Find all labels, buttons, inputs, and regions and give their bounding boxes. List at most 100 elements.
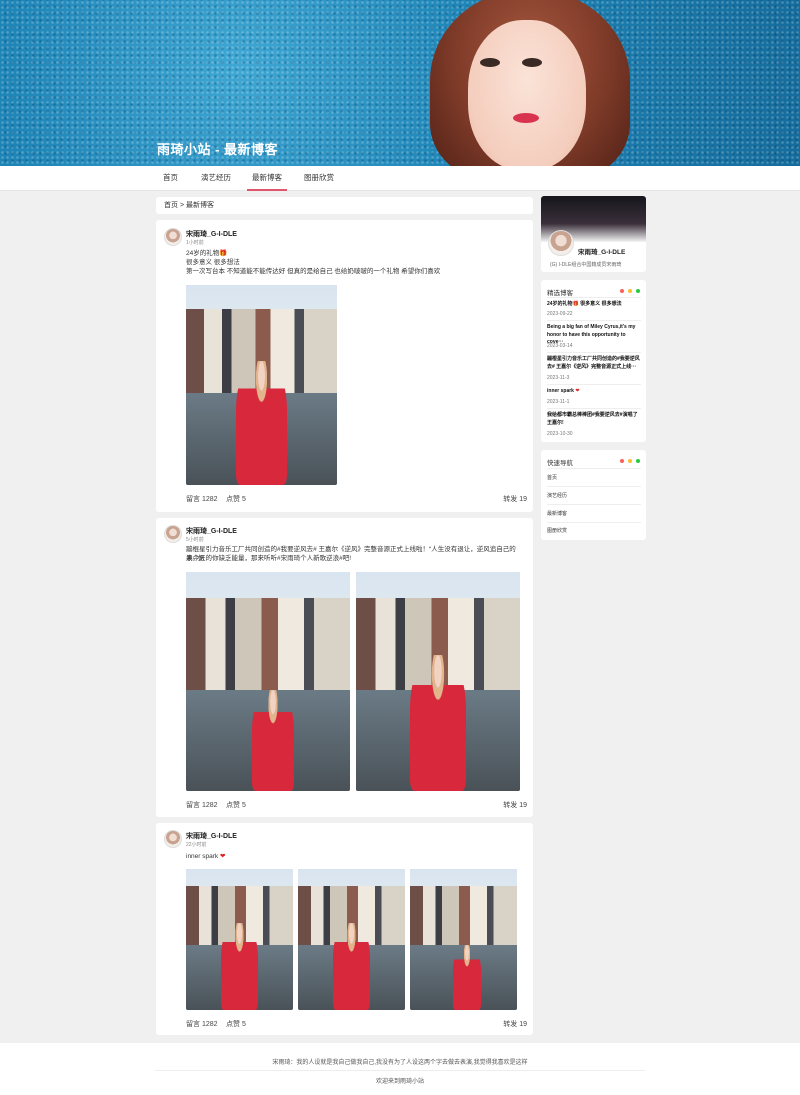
photo-buildings [186,598,350,691]
portrait-face [468,20,586,166]
footer-quote: 宋雨琦：我的人设就是我自己做我自己,我没有为了人设这两个字去做去表演,我觉得我喜… [272,1060,528,1066]
nav-item-career[interactable]: 演艺经历 [201,166,231,191]
main-nav: 首页 演艺经历 最新博客 图册欣赏 [0,166,800,191]
post-card: 宋雨琦_G-I-DLE 22小时前 inner spark ❤ 留言 1282 … [156,823,533,1035]
selected-blog-date: 2023-11-1 [547,399,570,405]
profile-name: 宋雨琦_G-I-DLE [578,249,626,256]
selected-blog-link[interactable]: 24岁的礼物🎁 很多意义 很多想法 [547,301,641,309]
post-photo[interactable] [298,869,405,1010]
post-line: 24岁的礼物🎁 [186,250,228,257]
post-photo[interactable] [186,285,337,485]
post-author[interactable]: 宋雨琦_G-I-DLE [186,831,237,841]
post-line: inner spark ❤ [186,853,225,862]
post-time: 1小时前 [186,240,204,246]
photo-person [235,361,288,485]
yellow-dot-icon [628,289,632,293]
post-photo[interactable] [356,572,520,791]
selected-blog-link[interactable]: 我给都市霸总棒棒团#我要逆风去#演唱了王嘉尔! [547,412,641,427]
quick-nav-title: 快速导航 [547,460,573,467]
photo-person [251,690,295,791]
selected-blog-link[interactable]: 蹦棍星引力音乐工厂共同创造的#我要逆风去# 王嘉尔《逆风》完整音源正式上线··· [547,356,641,371]
portrait-right-eye [522,58,542,67]
divider [547,408,641,409]
selected-blog-text: inner spark [547,388,574,394]
site-title: 雨琦小站 - 最新博客 [157,142,279,157]
repost-count[interactable]: 转发 19 [503,494,527,504]
heart-icon: ❤ [575,388,580,394]
photo-person [452,945,481,1010]
divider [547,468,641,469]
divider [547,522,641,523]
divider [547,384,641,385]
post-photo[interactable] [186,869,293,1010]
header-banner: 雨琦小站 - 最新博客 [0,0,800,166]
post-card: 宋雨琦_G-I-DLE 1小时前 24岁的礼物🎁 很多意义 很多想法 第一次写台… [156,220,533,512]
footer-welcome: 欢迎来到雨琦小站 [375,1079,424,1085]
post-card: 宋雨琦_G-I-DLE 5小时前 蹦棍星引力音乐工厂共同创造的#我要逆风去# 王… [156,518,533,817]
selected-blogs-title: 精选博客 [547,290,573,297]
selected-blog-date: 2023-09-22 [547,311,573,317]
post-photo[interactable] [410,869,517,1010]
banner-portrait [420,0,640,166]
divider [547,297,641,298]
nav-item-latest-blog[interactable]: 最新博客 [247,166,287,191]
like-count[interactable]: 点赞 5 [226,800,246,810]
selected-blog-link[interactable]: inner spark ❤ [547,388,641,396]
nav-item-gallery[interactable]: 图册欣赏 [304,166,334,191]
yellow-dot-icon [628,459,632,463]
post-line: 果今天的你缺乏能量，那来听听#宋雨琦个人新歌逆浪#吧! [186,555,352,562]
comment-count[interactable]: 留言 1282 [186,800,218,810]
divider [547,352,641,353]
divider [547,504,641,505]
window-dots [616,288,640,295]
selected-blog-date: 2023-11-3 [547,375,570,381]
comment-count[interactable]: 留言 1282 [186,494,218,504]
page-footer: 宋雨琦：我的人设就是我自己做我自己,我没有为了人设这两个字去做去表演,我觉得我喜… [0,1043,800,1095]
quick-nav-home[interactable]: 首页 [547,474,557,481]
profile-avatar[interactable] [548,230,574,256]
post-time: 5小时前 [186,537,204,543]
post-author[interactable]: 宋雨琦_G-I-DLE [186,526,237,536]
portrait-left-eye [480,58,500,67]
post-author[interactable]: 宋雨琦_G-I-DLE [186,229,237,239]
profile-card: 宋雨琦_G-I-DLE (G) I-DLE组合中国籍成员宋雨琦 [541,196,646,272]
heart-icon: ❤ [219,853,226,860]
quick-nav-latest-blog[interactable]: 最新博客 [547,510,567,517]
footer-divider [155,1070,645,1071]
author-avatar[interactable] [164,228,182,246]
divider [547,486,641,487]
green-dot-icon [636,289,640,293]
portrait-lips [513,113,539,123]
quick-nav-gallery[interactable]: 图册欣赏 [547,527,567,534]
selected-blogs-card: 精选博客 24岁的礼物🎁 很多意义 很多想法 2023-09-22 Being … [541,280,646,442]
breadcrumb: 首页 > 最新博客 [156,197,533,214]
post-text: inner spark [186,853,219,860]
window-dots [616,458,640,465]
author-avatar[interactable] [164,830,182,848]
nav-item-home[interactable]: 首页 [163,166,178,191]
divider [547,320,641,321]
post-line: 第一次写台本 不知道能不能传达好 但真的是给自己 也给奶啵啵的一个礼物 希望你们… [186,268,441,275]
banner-texture-shadow [0,0,800,166]
author-avatar[interactable] [164,525,182,543]
quick-nav-card: 快速导航 首页 演艺经历 最新博客 图册欣赏 [541,450,646,540]
comment-count[interactable]: 留言 1282 [186,1019,218,1029]
post-photo[interactable] [186,572,350,791]
photo-person [410,655,466,791]
red-dot-icon [620,289,624,293]
selected-blog-date: 2023-10-30 [547,431,573,437]
like-count[interactable]: 点赞 5 [226,494,246,504]
quick-nav-career[interactable]: 演艺经历 [547,492,567,499]
photo-person [333,922,370,1010]
photo-person [221,922,258,1010]
repost-count[interactable]: 转发 19 [503,1019,527,1029]
photo-buildings [410,885,517,946]
selected-blog-date: 2023-03-14 [547,343,573,349]
like-count[interactable]: 点赞 5 [226,1019,246,1029]
green-dot-icon [636,459,640,463]
post-line: 很多意义 很多想法 [186,259,240,266]
repost-count[interactable]: 转发 19 [503,800,527,810]
post-time: 22小时前 [186,842,207,848]
profile-desc: (G) I-DLE组合中国籍成员宋雨琦 [550,262,622,268]
red-dot-icon [620,459,624,463]
